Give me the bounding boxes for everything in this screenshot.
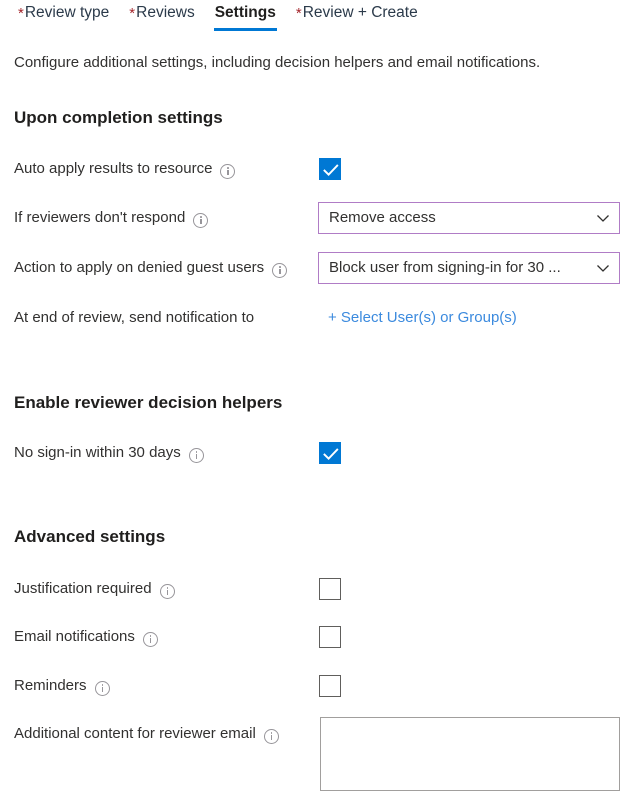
tab-label: Review type bbox=[24, 4, 110, 21]
row-email-notifications: Email notifications bbox=[0, 620, 630, 654]
row-label-additional-content: Additional content for reviewer email bbox=[14, 723, 279, 745]
row-label-email-notifications: Email notifications bbox=[14, 626, 158, 648]
wizard-tab-strip: * Review type * Reviews Settings * Revie… bbox=[0, 0, 630, 38]
additional-content-textarea[interactable] bbox=[320, 717, 620, 791]
tab-label: Reviews bbox=[136, 4, 195, 21]
label-text: Reminders bbox=[14, 677, 87, 694]
tab-reviews[interactable]: * Reviews bbox=[119, 0, 204, 24]
label-text: If reviewers don't respond bbox=[14, 209, 186, 226]
row-label-if-reviewers-dont-respond: If reviewers don't respond bbox=[14, 207, 209, 229]
tab-review-create[interactable]: * Review + Create bbox=[286, 0, 428, 24]
checkmark-icon bbox=[323, 447, 339, 460]
info-icon[interactable] bbox=[142, 631, 158, 647]
label-text: No sign-in within 30 days bbox=[14, 444, 181, 461]
row-reminders: Reminders bbox=[0, 669, 630, 703]
row-label-justification-required: Justification required bbox=[14, 578, 175, 600]
section-heading-upon-completion: Upon completion settings bbox=[14, 108, 223, 127]
info-icon[interactable] bbox=[272, 262, 288, 278]
info-icon[interactable] bbox=[159, 583, 175, 599]
required-asterisk: * bbox=[129, 5, 136, 22]
dropdown-denied-guest-users[interactable]: Block user from signing-in for 30 ... bbox=[318, 252, 620, 284]
section-heading-advanced-settings: Advanced settings bbox=[14, 527, 166, 546]
row-auto-apply-results: Auto apply results to resource bbox=[0, 152, 630, 186]
dropdown-selected-value: Remove access bbox=[329, 209, 436, 226]
label-text: Additional content for reviewer email bbox=[14, 725, 256, 742]
chevron-down-icon bbox=[597, 215, 609, 222]
info-icon[interactable] bbox=[94, 680, 110, 696]
checkmark-icon bbox=[323, 163, 339, 176]
checkbox-email-notifications[interactable] bbox=[319, 626, 341, 648]
chevron-down-icon bbox=[597, 265, 609, 272]
info-icon[interactable] bbox=[263, 728, 279, 744]
row-justification-required: Justification required bbox=[0, 572, 630, 606]
label-text: Action to apply on denied guest users bbox=[14, 259, 265, 276]
row-no-signin-30-days: No sign-in within 30 days bbox=[0, 436, 630, 470]
label-text: Justification required bbox=[14, 580, 152, 597]
row-label-denied-guest-users: Action to apply on denied guest users bbox=[14, 257, 288, 279]
info-icon[interactable] bbox=[193, 212, 209, 228]
dropdown-if-reviewers-dont-respond[interactable]: Remove access bbox=[318, 202, 620, 234]
tab-review-type[interactable]: * Review type bbox=[8, 0, 119, 24]
info-icon[interactable] bbox=[188, 447, 204, 463]
checkbox-justification-required[interactable] bbox=[319, 578, 341, 600]
checkbox-auto-apply-results[interactable] bbox=[319, 158, 341, 180]
required-asterisk: * bbox=[18, 5, 24, 22]
tab-label: Settings bbox=[214, 4, 276, 21]
checkbox-reminders[interactable] bbox=[319, 675, 341, 697]
row-label-no-signin-30-days: No sign-in within 30 days bbox=[14, 442, 204, 464]
dropdown-selected-value: Block user from signing-in for 30 ... bbox=[329, 259, 561, 276]
row-denied-guest-users: Action to apply on denied guest users Bl… bbox=[0, 251, 630, 285]
select-users-or-groups-link[interactable]: + Select User(s) or Group(s) bbox=[328, 307, 517, 329]
section-heading-decision-helpers: Enable reviewer decision helpers bbox=[14, 393, 283, 412]
row-label-reminders: Reminders bbox=[14, 675, 110, 697]
row-if-reviewers-dont-respond: If reviewers don't respond Remove access bbox=[0, 201, 630, 235]
required-asterisk: * bbox=[295, 5, 302, 22]
checkbox-no-signin-30-days[interactable] bbox=[319, 442, 341, 464]
label-text: Auto apply results to resource bbox=[14, 160, 213, 177]
page-description: Configure additional settings, including… bbox=[14, 54, 541, 71]
label-text: At end of review, send notification to bbox=[14, 309, 255, 326]
label-text: Email notifications bbox=[14, 628, 135, 645]
info-icon[interactable] bbox=[220, 163, 236, 179]
tab-settings[interactable]: Settings bbox=[205, 0, 286, 31]
tab-active-underline bbox=[213, 28, 277, 31]
row-label-end-of-review-notification: At end of review, send notification to bbox=[14, 307, 254, 329]
row-label-auto-apply-results: Auto apply results to resource bbox=[14, 158, 236, 180]
row-end-of-review-notification: At end of review, send notification to +… bbox=[0, 301, 630, 335]
tab-label: Review + Create bbox=[302, 4, 418, 21]
